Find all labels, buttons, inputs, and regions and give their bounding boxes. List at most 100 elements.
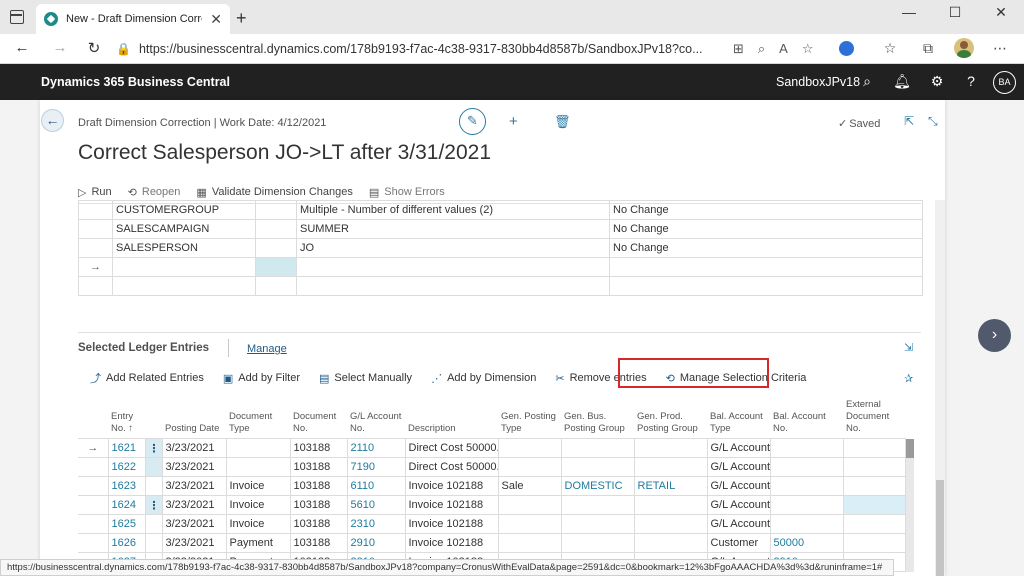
row-actions-dots[interactable] <box>144 514 163 534</box>
add-by-dimension-action[interactable]: ⋰ Add by Dimension <box>431 372 536 385</box>
search-icon[interactable]: ⌕ <box>858 73 876 90</box>
dimension-code[interactable]: SALESCAMPAIGN <box>112 219 256 239</box>
entry-no-link[interactable]: 1626 <box>107 533 146 553</box>
tab-close-icon[interactable]: ✕ <box>210 11 222 28</box>
gl-account-link[interactable]: 6110 <box>346 476 406 496</box>
table-row[interactable]: 1626 3/23/2021 Payment 103188 2910 Invoice 10… <box>78 533 914 553</box>
gen-prod-posting-group[interactable]: RETAIL <box>633 476 708 496</box>
profile-avatar-icon[interactable] <box>954 38 974 61</box>
manage-link[interactable]: Manage <box>247 343 287 355</box>
gen-prod-posting-group[interactable] <box>633 514 708 534</box>
bal-account-no[interactable] <box>769 514 844 534</box>
column-header-external-document-no[interactable]: External Document No. <box>843 397 905 439</box>
column-header-document-no[interactable]: Document No. <box>290 397 347 439</box>
gl-account-link[interactable]: 7190 <box>346 457 406 477</box>
gen-bus-posting-group[interactable] <box>560 533 635 553</box>
collections-icon[interactable]: ⧉ <box>918 40 938 57</box>
dimension-code-input[interactable] <box>112 276 256 296</box>
refresh-icon[interactable]: ↻ <box>84 39 104 57</box>
show-errors-action[interactable]: ▤ Show Errors <box>369 186 445 199</box>
row-actions-dots[interactable] <box>144 476 163 496</box>
gen-bus-posting-group[interactable] <box>560 457 635 477</box>
bal-account-no[interactable] <box>769 438 844 458</box>
notifications-bell-icon[interactable]: 🔔︎ <box>893 73 911 90</box>
url-text[interactable]: https://businesscentral.dynamics.com/178… <box>139 42 725 56</box>
dimension-value-input[interactable] <box>296 276 610 296</box>
gen-bus-posting-group[interactable]: DOMESTIC <box>560 476 635 496</box>
dimension-value[interactable]: SUMMER <box>296 219 610 239</box>
gen-bus-posting-group[interactable] <box>560 514 635 534</box>
row-actions-dots[interactable] <box>144 533 163 553</box>
gen-prod-posting-group[interactable] <box>633 457 708 477</box>
window-menu-icon[interactable] <box>10 10 24 24</box>
empty-dimension-row[interactable] <box>78 276 923 296</box>
dimension-row[interactable]: SALESPERSON JO No Change <box>78 238 923 258</box>
bal-account-no[interactable] <box>769 457 844 477</box>
bal-account-no[interactable]: 50000 <box>769 533 844 553</box>
reopen-action[interactable]: ⟲ Reopen <box>128 186 181 199</box>
back-button[interactable]: ← <box>41 109 64 132</box>
next-record-chevron-icon[interactable]: › <box>978 319 1011 352</box>
gen-prod-posting-group[interactable] <box>633 438 708 458</box>
column-header-description[interactable]: Description <box>405 397 498 439</box>
table-row[interactable]: 1623 3/23/2021 Invoice 103188 6110 Invoice 10… <box>78 476 914 496</box>
column-header-document-type[interactable]: Document Type <box>226 397 290 439</box>
gen-bus-posting-group[interactable] <box>560 495 635 515</box>
extension-globe-icon[interactable] <box>836 40 856 59</box>
collapse-icon[interactable]: ⤡ <box>928 114 938 129</box>
dimension-value-input[interactable] <box>296 257 610 277</box>
table-row[interactable]: 1625 3/23/2021 Invoice 103188 2310 Invoice 10… <box>78 514 914 534</box>
personalize-pin-icon[interactable]: ✰ <box>904 372 913 385</box>
dimension-code-input[interactable] <box>112 257 256 277</box>
favorites-icon[interactable]: ☆ <box>880 40 900 57</box>
delete-trash-icon[interactable]: 🗑︎ <box>554 114 571 130</box>
table-scrollbar-thumb[interactable] <box>905 438 914 458</box>
table-row[interactable]: 1622 3/23/2021 103188 7190 Direct Cost 50000… <box>78 457 914 477</box>
table-scrollbar-track[interactable] <box>905 495 914 515</box>
entry-no-link[interactable]: 1625 <box>107 514 146 534</box>
new-dimension-value[interactable]: No Change <box>609 200 923 220</box>
gl-account-link[interactable]: 2310 <box>346 514 406 534</box>
dimension-value[interactable]: JO <box>296 238 610 258</box>
row-actions-dots[interactable]: ⋮ <box>144 438 163 458</box>
table-scrollbar-track[interactable] <box>905 457 914 477</box>
minimize-button[interactable]: — <box>886 4 932 20</box>
column-header-gen-bus-posting-group[interactable]: Gen. Bus. Posting Group <box>561 397 634 439</box>
open-new-window-icon[interactable]: ⇱ <box>904 114 914 128</box>
gen-prod-posting-group[interactable] <box>633 533 708 553</box>
column-header-bal-account-type[interactable]: Bal. Account Type <box>707 397 770 439</box>
row-actions-dots[interactable]: ⋮ <box>144 495 163 515</box>
bal-account-no[interactable] <box>769 495 844 515</box>
entry-no-link[interactable]: 1621 <box>107 438 146 458</box>
apps-icon[interactable]: ⊞ <box>733 41 744 57</box>
page-scrollbar-thumb[interactable] <box>936 480 944 576</box>
favorite-star-icon[interactable]: ☆ <box>802 41 814 57</box>
browser-tab[interactable]: New - Draft Dimension Correctio ✕ <box>36 4 230 34</box>
back-arrow-icon[interactable]: ← <box>12 39 32 56</box>
page-scrollbar[interactable] <box>935 200 945 576</box>
dimension-code[interactable]: SALESPERSON <box>112 238 256 258</box>
new-dimension-value-input[interactable] <box>609 276 923 296</box>
url-box[interactable]: 🔒 https://businesscentral.dynamics.com/1… <box>116 37 856 61</box>
table-row[interactable]: 1624 ⋮ 3/23/2021 Invoice 103188 5610 Invoice 1… <box>78 495 914 515</box>
company-name[interactable]: SandboxJPv18 <box>776 75 860 89</box>
forward-arrow-icon[interactable]: → <box>50 39 70 56</box>
maximize-button[interactable]: ☐ <box>932 4 978 21</box>
bal-account-no[interactable] <box>769 476 844 496</box>
new-dimension-value[interactable]: No Change <box>609 238 923 258</box>
column-header-gl-account[interactable]: G/L Account No. <box>347 397 405 439</box>
lock-icon[interactable]: 🔒 <box>116 42 131 56</box>
column-header-gen-prod-posting-group[interactable]: Gen. Prod. Posting Group <box>634 397 707 439</box>
gl-account-link[interactable]: 2110 <box>346 438 406 458</box>
column-header-posting-date[interactable]: Posting Date <box>162 397 226 439</box>
table-scrollbar-track[interactable] <box>905 552 914 572</box>
table-scrollbar-track[interactable] <box>905 533 914 553</box>
dimension-code[interactable]: CUSTOMERGROUP <box>112 200 256 220</box>
add-related-entries-action[interactable]: ⤴ Add Related Entries <box>90 370 204 386</box>
new-plus-icon[interactable]: + <box>509 113 518 130</box>
more-menu-icon[interactable]: ⋯ <box>990 40 1010 57</box>
new-dimension-row[interactable]: → <box>78 257 923 277</box>
table-row[interactable]: → 1621 ⋮ 3/23/2021 103188 2110 Direct Cost 500… <box>78 438 914 458</box>
dimension-row[interactable]: CUSTOMERGROUP Multiple - Number of diffe… <box>78 200 923 220</box>
entry-no-link[interactable]: 1624 <box>107 495 146 515</box>
